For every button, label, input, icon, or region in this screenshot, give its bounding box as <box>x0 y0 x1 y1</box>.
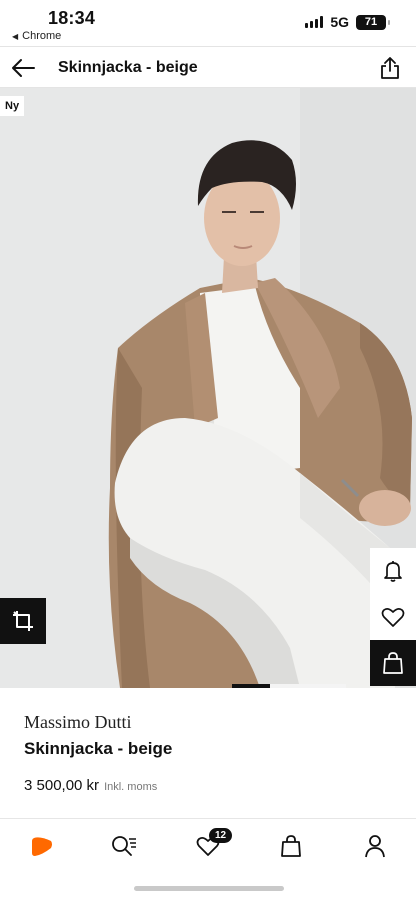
signal-icon <box>305 16 324 28</box>
product-name: Skinnjacka - beige <box>24 739 173 758</box>
nav-home[interactable] <box>27 831 57 861</box>
crop-icon <box>13 611 33 631</box>
nav-bag[interactable] <box>276 831 306 861</box>
gallery-indicator-active <box>232 684 270 688</box>
back-app-label: Chrome <box>22 30 62 42</box>
status-time: 18:34 <box>48 8 96 28</box>
bottom-nav: 12 <box>0 818 416 870</box>
gallery-indicator <box>232 684 346 688</box>
top-header: Skinnjacka - beige <box>0 46 416 88</box>
new-badge: Ny <box>0 96 25 116</box>
network-type: 5G <box>330 14 349 30</box>
status-indicators: 5G 71 <box>305 14 390 30</box>
brand-name[interactable]: Massimo Dutti <box>24 712 172 733</box>
profile-icon <box>365 835 385 858</box>
back-to-app-link[interactable]: ◀ Chrome <box>12 30 61 42</box>
heart-icon <box>381 608 405 627</box>
wishlist-button[interactable] <box>370 594 416 640</box>
home-indicator <box>134 886 284 891</box>
nav-wishlist[interactable]: 12 <box>193 828 233 861</box>
product-info: Massimo Dutti Skinnjacka - beige 3 500,0… <box>24 712 172 794</box>
product-photo <box>0 88 416 688</box>
vat-note: Inkl. moms <box>104 781 158 793</box>
visual-search-button[interactable] <box>0 598 46 644</box>
price-row: 3 500,00 kr Inkl. moms <box>24 777 172 794</box>
bell-icon <box>384 561 402 582</box>
nav-profile[interactable] <box>360 831 390 861</box>
wishlist-count-badge: 12 <box>209 828 233 843</box>
image-side-actions <box>370 548 416 686</box>
share-button[interactable] <box>376 54 404 82</box>
back-triangle-icon: ◀ <box>12 31 19 41</box>
share-icon <box>381 57 399 79</box>
product-image[interactable]: Ny <box>0 88 416 688</box>
add-to-bag-button[interactable] <box>370 640 416 686</box>
page-title: Skinnjacka - beige <box>58 59 198 76</box>
back-button[interactable] <box>8 53 38 83</box>
status-bar: 18:34 ◀ Chrome 5G 71 <box>0 0 416 46</box>
arrow-left-icon <box>12 59 35 77</box>
search-icon <box>112 836 136 856</box>
shopping-bag-icon <box>383 652 403 674</box>
battery-icon: 71 <box>356 14 390 30</box>
nav-search[interactable] <box>109 831 139 861</box>
battery-level: 71 <box>364 16 378 28</box>
bag-icon <box>281 835 301 857</box>
home-icon <box>32 837 52 856</box>
product-price: 3 500,00 kr <box>24 777 100 794</box>
notify-button[interactable] <box>370 548 416 594</box>
